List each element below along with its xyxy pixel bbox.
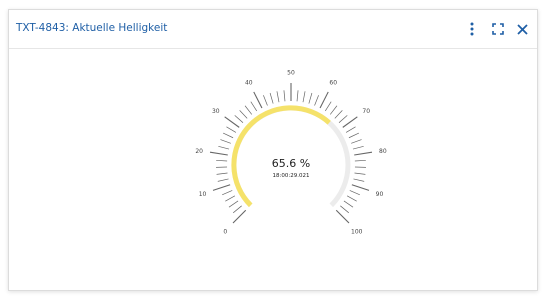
gauge-minor-tick bbox=[329, 105, 338, 115]
gauge-major-tick bbox=[319, 91, 329, 109]
gauge-major-tick bbox=[354, 151, 373, 156]
gauge-minor-tick bbox=[345, 126, 356, 133]
gauge-minor-tick bbox=[269, 92, 274, 104]
gauge-minor-tick bbox=[348, 132, 360, 139]
widget-title: TXT-4843: Aktuelle Helligkeit bbox=[16, 22, 168, 34]
gauge-minor-tick bbox=[217, 178, 229, 182]
gauge-minor-tick bbox=[225, 195, 236, 202]
gauge-tick-label: 0 bbox=[223, 228, 227, 235]
gauge-minor-tick bbox=[226, 126, 237, 133]
gauge-minor-tick bbox=[232, 205, 242, 214]
gauge-minor-tick bbox=[352, 146, 364, 150]
gauge-minor-tick bbox=[276, 91, 280, 103]
gauge-timestamp: 18:00:29.021 bbox=[273, 173, 310, 179]
gauge-tick-label: 70 bbox=[362, 108, 370, 115]
gauge-tick-label: 90 bbox=[376, 191, 384, 198]
gauge-minor-tick bbox=[222, 190, 233, 196]
gauge-minor-tick bbox=[353, 178, 365, 182]
gauge-minor-tick bbox=[216, 172, 228, 175]
gauge-minor-tick bbox=[244, 105, 253, 115]
gauge-major-tick bbox=[335, 209, 350, 224]
gauge-major-tick bbox=[212, 184, 231, 191]
gauge-minor-tick bbox=[308, 92, 313, 104]
gauge-minor-tick bbox=[334, 110, 343, 119]
gauge-minor-tick bbox=[263, 95, 268, 106]
gauge-minor-tick bbox=[324, 101, 332, 112]
gauge-minor-tick bbox=[218, 146, 230, 150]
gauge-minor-tick bbox=[343, 200, 354, 208]
gauge-minor-tick bbox=[234, 115, 244, 123]
close-icon[interactable] bbox=[512, 19, 532, 39]
gauge-minor-tick bbox=[250, 101, 258, 112]
gauge-tick-label: 20 bbox=[195, 148, 203, 155]
gauge-minor-tick bbox=[346, 195, 357, 202]
gauge-minor-tick bbox=[222, 132, 234, 139]
widget-header: TXT-4843: Aktuelle Helligkeit bbox=[9, 10, 537, 49]
gauge-tick-label: 60 bbox=[329, 80, 337, 87]
widget-card: TXT-4843: Aktuelle Helligkeit 0 10 20 30 4 bbox=[8, 9, 538, 291]
gauge-minor-tick bbox=[338, 115, 348, 123]
gauge-minor-tick bbox=[239, 110, 248, 119]
gauge-tick-label: 50 bbox=[287, 70, 295, 77]
gauge-minor-tick bbox=[228, 200, 239, 208]
gauge-minor-tick bbox=[216, 159, 228, 162]
gauge-minor-tick bbox=[340, 205, 350, 214]
gauge-minor-tick bbox=[283, 90, 286, 102]
gauge-major-tick bbox=[253, 91, 263, 109]
gauge-major-tick bbox=[232, 209, 247, 224]
gauge-tick-label: 40 bbox=[245, 80, 253, 87]
gauge-major-tick bbox=[342, 116, 358, 128]
gauge-major-tick bbox=[209, 151, 228, 156]
gauge-major-tick bbox=[224, 116, 240, 128]
gauge-minor-tick bbox=[354, 172, 366, 175]
gauge-minor-tick bbox=[314, 95, 319, 106]
gauge-minor-tick bbox=[349, 190, 360, 196]
gauge-tick-label: 10 bbox=[199, 191, 207, 198]
gauge-tick-label: 100 bbox=[351, 228, 363, 235]
gauge-tick-label: 80 bbox=[379, 148, 387, 155]
gauge-value-text: 65.6 % bbox=[272, 157, 310, 170]
gauge-minor-tick bbox=[302, 91, 306, 103]
expand-icon[interactable] bbox=[488, 19, 508, 39]
gauge-tick-label: 30 bbox=[212, 108, 220, 115]
vertical-dots-icon[interactable] bbox=[462, 19, 482, 39]
gauge-minor-tick bbox=[354, 159, 366, 162]
gauge-minor-tick bbox=[220, 139, 231, 144]
brightness-gauge: 0 10 20 30 40 50 60 70 80 90 100 65.6 % 18:00:29.021 bbox=[195, 70, 387, 236]
gauge-major-tick bbox=[351, 184, 370, 191]
gauge-minor-tick bbox=[296, 90, 299, 102]
gauge-minor-tick bbox=[351, 139, 362, 144]
